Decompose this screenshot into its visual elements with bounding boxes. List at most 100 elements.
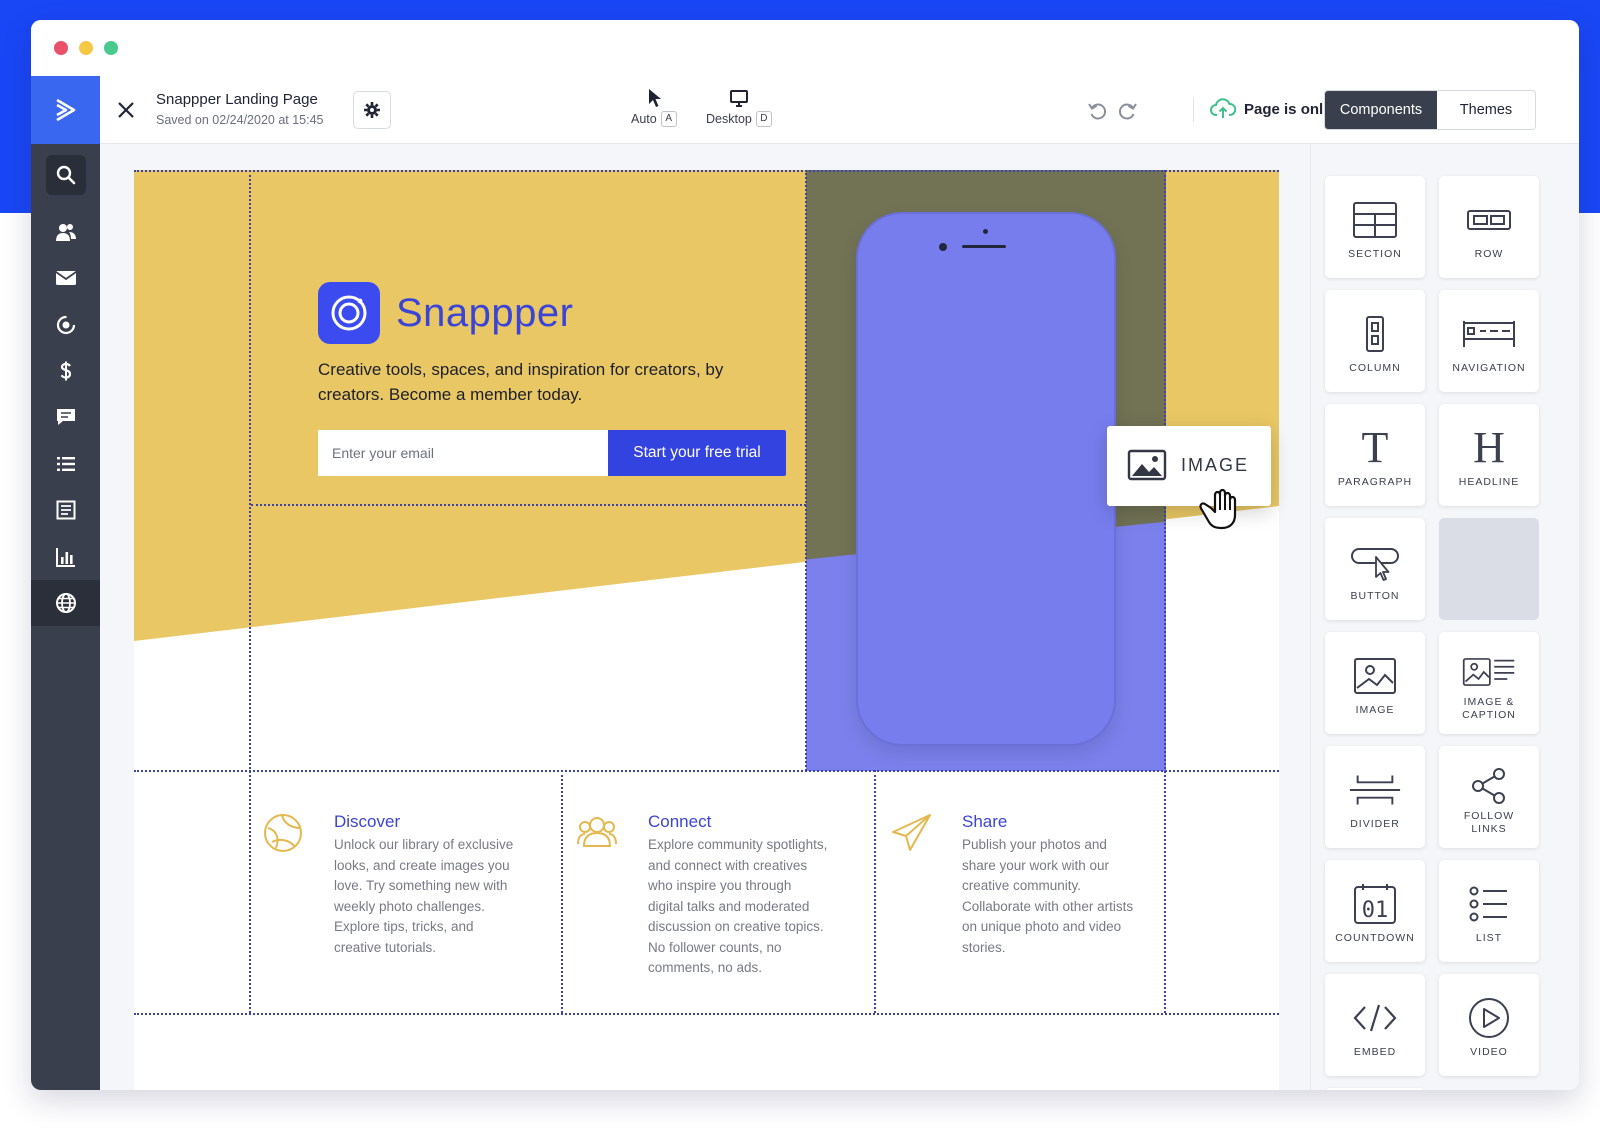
component-label: NAVIGATION bbox=[1452, 362, 1526, 374]
guide-line bbox=[134, 170, 1279, 172]
component-column[interactable]: COLUMN bbox=[1325, 290, 1425, 392]
feature-title: Share bbox=[962, 812, 1008, 831]
play-icon bbox=[1469, 998, 1509, 1038]
redo-icon[interactable] bbox=[1116, 100, 1138, 122]
dragging-label: IMAGE bbox=[1181, 455, 1250, 475]
automation-icon bbox=[56, 315, 75, 335]
tab-themes[interactable]: Themes bbox=[1437, 91, 1535, 129]
feature-description: Publish your photos and share your work … bbox=[962, 837, 1134, 955]
contacts-icon bbox=[55, 224, 76, 241]
app-logo-button[interactable] bbox=[31, 76, 100, 144]
sidebar-item-search[interactable] bbox=[31, 152, 100, 198]
tab-components[interactable]: Components bbox=[1325, 91, 1437, 129]
close-icon bbox=[118, 102, 134, 118]
mode-auto-label: Auto bbox=[631, 112, 657, 126]
component-image[interactable]: IMAGE bbox=[1325, 632, 1425, 734]
component-video[interactable]: VIDEO bbox=[1439, 974, 1539, 1076]
sidebar-item-reports[interactable] bbox=[31, 534, 100, 580]
sidebar-item-revenue[interactable] bbox=[31, 348, 100, 394]
component-button[interactable]: BUTTON bbox=[1325, 518, 1425, 620]
grab-hand-cursor-icon bbox=[1199, 488, 1237, 530]
mode-desktop-button[interactable]: Desktop D bbox=[706, 88, 772, 127]
cloud-upload-icon bbox=[1210, 98, 1236, 118]
mode-auto-button[interactable]: Auto A bbox=[631, 88, 677, 127]
component-navigation[interactable]: NAVIGATION bbox=[1439, 290, 1539, 392]
image-icon bbox=[1127, 449, 1167, 481]
sidebar-item-forms[interactable] bbox=[31, 487, 100, 533]
left-sidebar bbox=[31, 76, 100, 1090]
editor-toolbar: Snappper Landing Page Saved on 02/24/202… bbox=[100, 76, 1579, 144]
mail-icon bbox=[54, 271, 77, 285]
share-icon bbox=[1472, 768, 1505, 804]
guide-line bbox=[249, 170, 251, 1013]
dragging-image-component[interactable]: IMAGE bbox=[1107, 426, 1271, 506]
sidebar-item-conversations[interactable] bbox=[31, 394, 100, 440]
component-more[interactable] bbox=[1325, 1088, 1425, 1090]
component-label: COLUMN bbox=[1349, 362, 1401, 374]
component-countdown[interactable]: 01 COUNTDOWN bbox=[1325, 860, 1425, 962]
list-icon bbox=[56, 457, 75, 471]
sidebar-item-automation[interactable] bbox=[31, 302, 100, 348]
components-panel: SECTION ROW COLUMN NAVIGATION T PARAGRAP… bbox=[1310, 144, 1579, 1090]
window-maximize-dot[interactable] bbox=[104, 41, 118, 55]
brand-name: Snappper bbox=[396, 290, 574, 335]
globe-icon bbox=[55, 593, 76, 613]
guide-line bbox=[805, 170, 807, 771]
component-label: LIST bbox=[1475, 932, 1503, 944]
image-icon bbox=[1354, 658, 1396, 694]
row-icon bbox=[1467, 210, 1511, 230]
page-settings-button[interactable] bbox=[353, 91, 391, 129]
component-paragraph[interactable]: T PARAGRAPH bbox=[1325, 404, 1425, 506]
landing-page-preview: Snappper Creative tools, spaces, and ins… bbox=[134, 170, 1279, 1090]
component-label: BUTTON bbox=[1350, 590, 1400, 602]
search-icon bbox=[56, 165, 75, 185]
component-row[interactable]: ROW bbox=[1439, 176, 1539, 278]
section-icon bbox=[1353, 202, 1397, 238]
component-image-caption[interactable]: IMAGE & CAPTION bbox=[1439, 632, 1539, 734]
image-caption-icon bbox=[1462, 658, 1515, 686]
close-editor-button[interactable] bbox=[112, 96, 140, 124]
component-placeholder-empty bbox=[1439, 518, 1539, 620]
document-title: Snappper Landing Page bbox=[156, 91, 318, 108]
camera-logo-icon bbox=[318, 282, 380, 344]
globe-outline-icon bbox=[264, 814, 302, 852]
component-label: SECTION bbox=[1348, 248, 1402, 260]
gear-icon bbox=[364, 102, 380, 118]
toolbar-divider bbox=[1193, 98, 1194, 122]
feature-description: Explore community spotlights, and connec… bbox=[648, 837, 828, 975]
chevron-right-logo-icon bbox=[55, 98, 75, 122]
feature-title: Discover bbox=[334, 812, 401, 831]
email-field[interactable]: Enter your email bbox=[318, 430, 608, 476]
people-icon bbox=[577, 817, 617, 847]
sidebar-item-sites[interactable] bbox=[31, 580, 100, 626]
window-minimize-dot[interactable] bbox=[79, 41, 93, 55]
window-titlebar bbox=[31, 20, 1579, 76]
component-list[interactable]: LIST bbox=[1439, 860, 1539, 962]
desktop-icon bbox=[729, 90, 748, 107]
divider-icon bbox=[1349, 775, 1401, 805]
chart-icon bbox=[55, 548, 75, 567]
start-trial-button[interactable]: Start your free trial bbox=[608, 430, 786, 476]
component-label: ROW bbox=[1474, 248, 1504, 260]
chat-icon bbox=[56, 409, 75, 425]
sidebar-item-mail[interactable] bbox=[31, 255, 100, 301]
guide-line bbox=[134, 770, 1279, 772]
document-icon bbox=[56, 500, 75, 520]
sidebar-item-lists[interactable] bbox=[31, 441, 100, 487]
component-embed[interactable]: EMBED bbox=[1325, 974, 1425, 1076]
component-headline[interactable]: H HEADLINE bbox=[1439, 404, 1539, 506]
component-divider[interactable]: DIVIDER bbox=[1325, 746, 1425, 848]
component-label: IMAGE & CAPTION bbox=[1462, 696, 1516, 721]
countdown-icon: 01 bbox=[1354, 884, 1396, 924]
sidebar-item-contacts[interactable] bbox=[31, 209, 100, 255]
undo-icon[interactable] bbox=[1087, 100, 1109, 122]
guide-line bbox=[874, 770, 876, 1013]
component-section[interactable]: SECTION bbox=[1325, 176, 1425, 278]
window-close-dot[interactable] bbox=[54, 41, 68, 55]
guide-line bbox=[134, 1013, 1279, 1015]
column-icon bbox=[1366, 316, 1384, 352]
component-follow-links[interactable]: FOLLOW LINKS bbox=[1439, 746, 1539, 848]
navigation-icon bbox=[1463, 321, 1515, 347]
mode-auto-shortcut: A bbox=[660, 111, 677, 127]
button-pointer-icon bbox=[1351, 548, 1399, 581]
